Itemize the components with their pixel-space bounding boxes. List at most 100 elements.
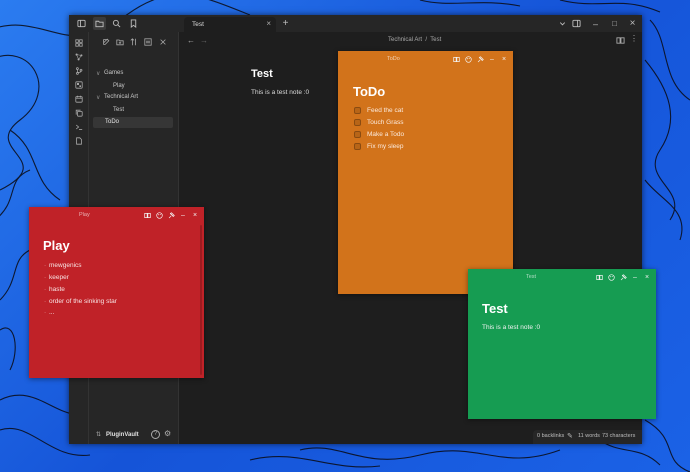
settings-gear-icon[interactable]: ⚙: [164, 429, 171, 438]
pin-icon[interactable]: [476, 55, 484, 63]
collapse-all-icon[interactable]: [142, 36, 153, 47]
pin-icon[interactable]: [167, 211, 175, 219]
tree-file-test[interactable]: Test: [113, 105, 173, 116]
canvas-icon[interactable]: [73, 79, 85, 91]
list-item[interactable]: ·...: [44, 309, 55, 316]
vault-switch-icon[interactable]: ⇅: [96, 431, 101, 438]
pin-icon[interactable]: [619, 273, 627, 281]
tab-list-chevron-icon[interactable]: [556, 17, 569, 30]
palette-icon[interactable]: [464, 55, 472, 63]
note-title[interactable]: Play: [43, 238, 70, 253]
tree-file-play[interactable]: Play: [113, 81, 173, 92]
note-title[interactable]: ToDo: [353, 84, 385, 99]
checkbox[interactable]: [354, 131, 361, 138]
reading-view-icon[interactable]: [616, 36, 625, 45]
terminal-icon[interactable]: [73, 121, 85, 133]
search-icon[interactable]: [110, 17, 123, 30]
palette-icon[interactable]: [155, 211, 163, 219]
close-icon[interactable]: ×: [500, 55, 508, 63]
minimize-icon[interactable]: –: [589, 17, 602, 30]
calendar-icon[interactable]: [73, 93, 85, 105]
tree-label: Play: [113, 83, 125, 89]
list-item[interactable]: · mewgenics: [44, 262, 82, 269]
tree-file-todo[interactable]: ToDo: [93, 117, 173, 128]
todo-label: Touch Grass: [367, 119, 404, 126]
character-count: 73 characters: [602, 433, 636, 439]
forward-arrow-icon[interactable]: →: [200, 36, 208, 45]
bullet: ·: [44, 274, 47, 281]
minimize-icon[interactable]: –: [179, 211, 187, 219]
scrollbar[interactable]: [200, 225, 202, 375]
list-item-text: ...: [49, 309, 55, 316]
note-body[interactable]: This is a test note :0: [251, 89, 309, 96]
back-arrow-icon[interactable]: ←: [187, 36, 195, 45]
bullet: ·: [44, 286, 47, 293]
vault-name[interactable]: PluginVault: [106, 432, 139, 438]
sticky-note-play[interactable]: Play – × Play · mewgenics · keeper · haste …: [29, 207, 204, 378]
note-controls: – ×: [143, 211, 199, 219]
note-body[interactable]: This is a test note :0: [482, 324, 540, 331]
palette-icon[interactable]: [607, 273, 615, 281]
checkbox[interactable]: [354, 107, 361, 114]
bullet: ·: [44, 298, 47, 305]
help-icon[interactable]: ?: [151, 430, 160, 439]
graph-view-icon[interactable]: [73, 51, 85, 63]
checkbox[interactable]: [354, 143, 361, 150]
backlinks-count[interactable]: 0 backlinks: [537, 433, 564, 439]
note-title[interactable]: Test: [251, 68, 273, 80]
branch-icon[interactable]: [73, 65, 85, 77]
close-window-icon[interactable]: ×: [626, 17, 639, 30]
bookmark-icon[interactable]: [127, 17, 140, 30]
close-icon[interactable]: ×: [191, 211, 199, 219]
chevron-down-icon: ∨: [96, 95, 101, 101]
dashboard-icon[interactable]: [73, 37, 85, 49]
sort-icon[interactable]: [128, 36, 139, 47]
new-folder-icon[interactable]: [114, 36, 125, 47]
note-header-title: ToDo: [387, 56, 400, 62]
new-note-icon[interactable]: [100, 36, 111, 47]
checkbox[interactable]: [354, 119, 361, 126]
sidebar-toggle-icon[interactable]: [75, 17, 88, 30]
files-folder-icon[interactable]: [93, 17, 106, 30]
list-item[interactable]: · order of the sinking star: [44, 298, 117, 305]
list-item[interactable]: · haste: [44, 286, 65, 293]
close-panel-icon[interactable]: [157, 36, 168, 47]
note-header[interactable]: Test – ×: [468, 269, 656, 285]
book-icon[interactable]: [595, 273, 603, 281]
note-title[interactable]: Test: [482, 301, 508, 316]
new-tab-icon[interactable]: +: [279, 17, 292, 30]
note-header-title: Play: [79, 212, 90, 218]
note-header[interactable]: ToDo – ×: [338, 51, 513, 67]
tab-close-icon[interactable]: ×: [266, 19, 271, 28]
status-bar: 0 backlinks ✎ 11 words 73 characters: [533, 430, 642, 444]
word-count: 11 words: [578, 433, 600, 439]
breadcrumb[interactable]: Technical Art / Test: [388, 37, 441, 43]
tree-label: ToDo: [105, 119, 120, 125]
title-bar: Test × + – □ ×: [69, 15, 642, 32]
list-item-text: order of the sinking star: [49, 298, 117, 305]
minimize-icon[interactable]: –: [488, 55, 496, 63]
note-header[interactable]: Play – ×: [29, 207, 204, 223]
tab-test[interactable]: Test ×: [184, 17, 276, 32]
list-item[interactable]: · keeper: [44, 274, 69, 281]
note-controls: – ×: [452, 55, 508, 63]
book-icon[interactable]: [143, 211, 151, 219]
chevron-down-icon: ∨: [96, 71, 101, 77]
edit-mode-pencil-icon[interactable]: ✎: [567, 432, 573, 440]
sticky-note-todo[interactable]: ToDo – × ToDo Feed the cat Touch Grass M…: [338, 51, 513, 294]
minimize-icon[interactable]: –: [631, 273, 639, 281]
file-icon[interactable]: [73, 135, 85, 147]
more-options-icon[interactable]: ⋮: [630, 34, 638, 43]
tree-folder-technical-art[interactable]: Technical Art: [104, 92, 164, 103]
sidebar-footer: ⇅ PluginVault ? ⚙: [89, 427, 179, 444]
maximize-icon[interactable]: □: [608, 17, 621, 30]
close-icon[interactable]: ×: [643, 273, 651, 281]
tree-label: Test: [113, 107, 125, 113]
copy-icon[interactable]: [73, 107, 85, 119]
right-sidebar-toggle-icon[interactable]: [570, 17, 583, 30]
sticky-note-test[interactable]: Test – × Test This is a test note :0: [468, 269, 656, 419]
book-icon[interactable]: [452, 55, 460, 63]
todo-label: Make a Todo: [367, 131, 405, 138]
note-header-title: Test: [526, 274, 537, 280]
tree-folder-games[interactable]: Games: [104, 68, 164, 79]
